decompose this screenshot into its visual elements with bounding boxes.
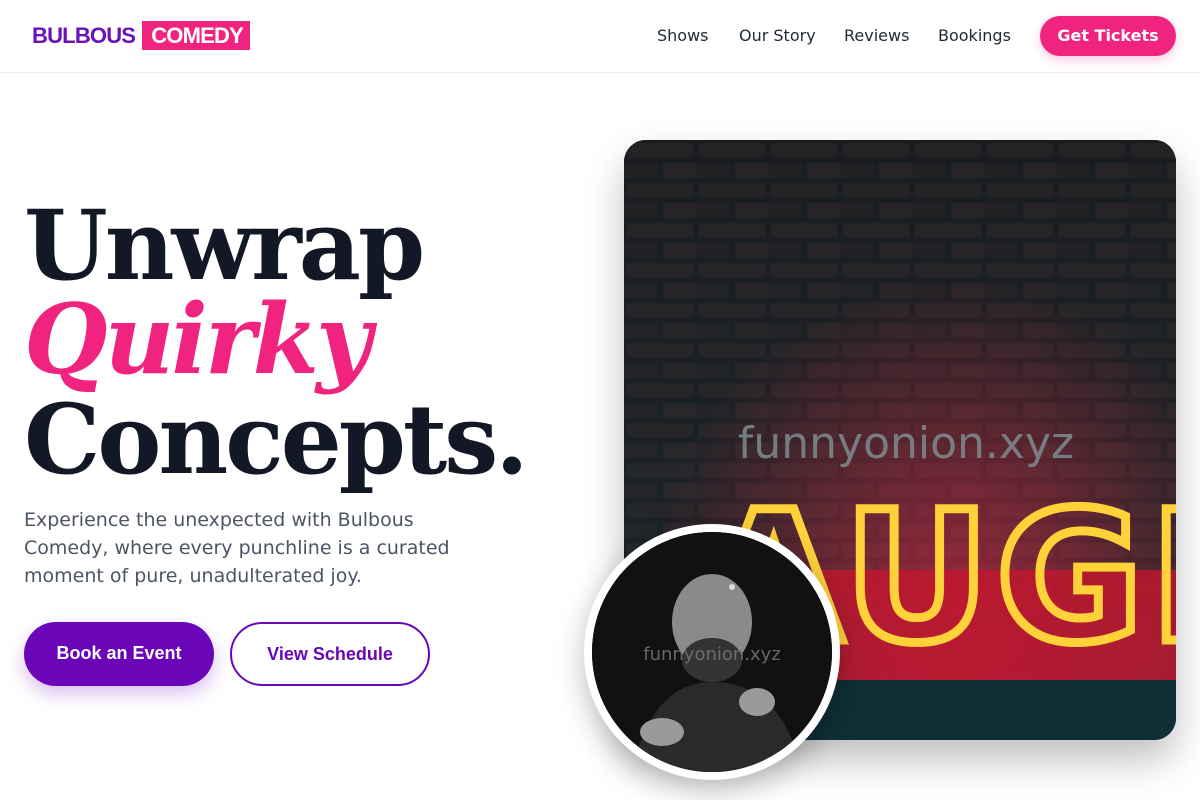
book-event-button[interactable]: Book an Event (24, 622, 214, 686)
nav-link-reviews[interactable]: Reviews (844, 24, 909, 48)
logo-text-comedy: COMEDY (142, 21, 250, 50)
nav-link-bookings[interactable]: Bookings (938, 24, 1011, 48)
nav-link-shows[interactable]: Shows (657, 24, 709, 48)
comedian-avatar-frame: funnyonion.xyz (584, 524, 840, 780)
logo-text-bulbous: BULBOUS (32, 22, 136, 48)
nav-link-our-story[interactable]: Our Story (739, 24, 816, 48)
comedian-portrait-icon: funnyonion.xyz (592, 532, 832, 772)
hero-headline-line-3: Concepts. (24, 383, 529, 496)
hero-headline-line-1: Unwrap (24, 189, 425, 302)
brand-logo[interactable]: BULBOUS COMEDY (32, 21, 250, 50)
view-schedule-button[interactable]: View Schedule (230, 622, 430, 686)
avatar-watermark: funnyonion.xyz (643, 644, 781, 665)
get-tickets-button[interactable]: Get Tickets (1040, 16, 1176, 56)
hero-subtext: Experience the unexpected with Bulbous C… (24, 509, 450, 587)
site-header: BULBOUS COMEDY Shows Our Story Reviews B… (0, 0, 1200, 73)
hero-image-watermark: funnyonion.xyz (738, 418, 1074, 469)
hero-headline-line-2: Quirky (24, 283, 372, 396)
